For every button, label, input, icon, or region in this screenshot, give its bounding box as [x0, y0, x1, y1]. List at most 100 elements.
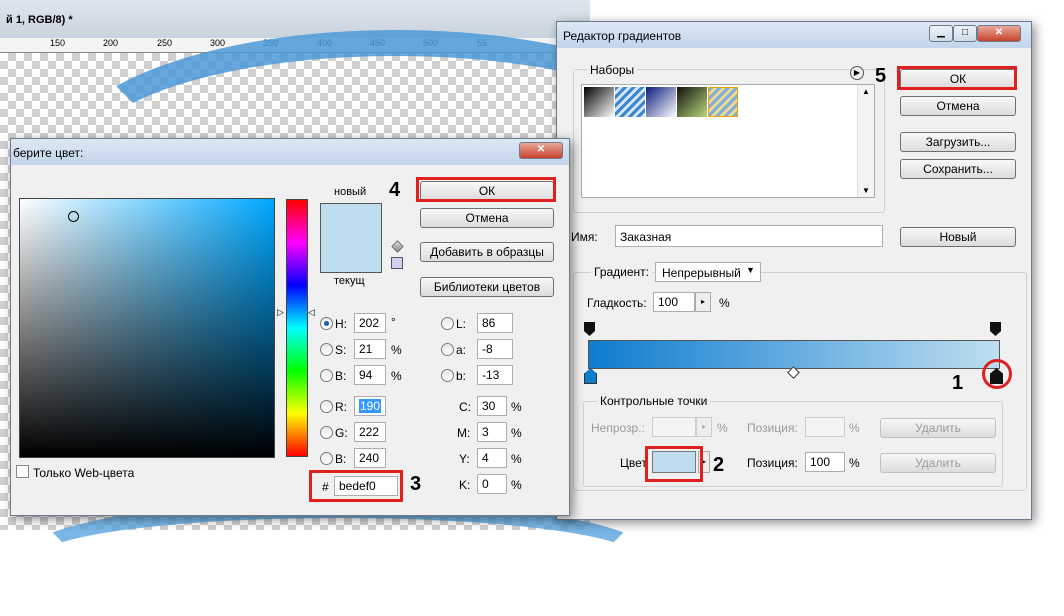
blue-field[interactable]: 240 — [354, 448, 386, 468]
opacity-position-label: Позиция: — [747, 421, 798, 435]
b-field[interactable]: 94 — [354, 365, 386, 385]
preset-swatch[interactable] — [677, 87, 707, 117]
a-label: a: — [456, 343, 467, 357]
current-color-swatch[interactable] — [321, 238, 381, 272]
preset-swatch-selected[interactable] — [708, 87, 738, 117]
web-safe-swatch-icon[interactable] — [391, 257, 403, 269]
name-field[interactable]: Заказная — [615, 225, 883, 247]
chevron-down-icon: ▼ — [746, 265, 755, 275]
hue-slider-left-arrow-icon[interactable]: ▷ — [277, 307, 284, 318]
hue-slider[interactable] — [286, 199, 308, 457]
color-position-label: Позиция: — [747, 456, 798, 470]
color-picker-title-bar: берите цвет: ✕ — [11, 139, 569, 165]
saturation-brightness-field[interactable] — [19, 198, 275, 458]
lab-b-radio[interactable] — [441, 369, 454, 382]
a-field[interactable]: -8 — [477, 339, 513, 359]
maximize-icon[interactable]: □ — [953, 25, 977, 42]
minimize-icon[interactable]: ▁ — [929, 25, 953, 42]
color-position-field[interactable]: 100 — [805, 452, 845, 472]
l-field[interactable]: 86 — [477, 313, 513, 333]
color-label: Цвет — [620, 456, 647, 470]
color-libraries-button[interactable]: Библиотеки цветов — [420, 277, 554, 297]
h-field[interactable]: 202 — [354, 313, 386, 333]
presets-menu-icon[interactable]: ▶ — [850, 66, 864, 80]
m-field[interactable]: 3 — [477, 422, 507, 442]
picker-cancel-button[interactable]: Отмена — [420, 208, 554, 228]
web-only-checkbox[interactable] — [16, 465, 29, 478]
s-field[interactable]: 21 — [354, 339, 386, 359]
highlight-ok — [897, 66, 1017, 90]
g-label: G: — [335, 426, 348, 440]
h-radio[interactable] — [320, 317, 333, 330]
gradient-type-value: Непрерывный — [662, 266, 741, 280]
highlight-color-stop — [982, 359, 1012, 389]
ruler-tick: 150 — [50, 38, 66, 48]
blue-radio[interactable] — [320, 452, 333, 465]
g-radio[interactable] — [320, 426, 333, 439]
r-radio[interactable] — [320, 400, 333, 413]
opacity-label: Непрозр.: — [591, 421, 645, 435]
highlight-picker-ok — [416, 177, 556, 202]
opacity-unit: % — [717, 421, 728, 435]
c-unit: % — [511, 400, 522, 414]
delete-color-stop-button: Удалить — [880, 453, 996, 473]
new-button[interactable]: Новый — [900, 227, 1016, 247]
a-radio[interactable] — [441, 343, 454, 356]
c-field[interactable]: 30 — [477, 396, 507, 416]
current-color-label: текущ — [334, 275, 365, 287]
document-title-bar: й 1, RGB/8) * — [0, 0, 590, 38]
smoothness-slider-icon[interactable]: ▸ — [695, 292, 711, 312]
hue-slider-right-arrow-icon[interactable]: ◁ — [308, 307, 315, 318]
color-picker-title: берите цвет: — [13, 146, 84, 160]
preset-swatch[interactable] — [646, 87, 676, 117]
scroll-up-icon[interactable]: ▲ — [862, 87, 870, 96]
gradient-type-label: Градиент: — [591, 265, 653, 279]
gradient-cancel-button[interactable]: Отмена — [900, 96, 1016, 116]
close-icon[interactable]: ✕ — [977, 25, 1021, 42]
k-field[interactable]: 0 — [477, 474, 507, 494]
annotation-1: 1 — [952, 372, 964, 394]
gradient-preview-bar[interactable] — [588, 340, 1000, 369]
l-radio[interactable] — [441, 317, 454, 330]
color-picker-dialog: берите цвет: ✕ ▷ ◁ Только Web-цвета новы… — [10, 138, 570, 516]
blue-label: B: — [335, 452, 347, 466]
color-picker-cursor[interactable] — [68, 211, 79, 222]
opacity-position-field — [805, 417, 845, 437]
document-title: й 1, RGB/8) * — [6, 14, 73, 26]
save-button[interactable]: Сохранить... — [900, 159, 1016, 179]
r-label: R: — [335, 400, 347, 414]
scroll-down-icon[interactable]: ▼ — [862, 186, 870, 195]
preset-swatch[interactable] — [615, 87, 645, 117]
y-field[interactable]: 4 — [477, 448, 507, 468]
opacity-position-unit: % — [849, 421, 860, 435]
close-icon[interactable]: ✕ — [519, 142, 563, 159]
g-field[interactable]: 222 — [354, 422, 386, 442]
ruler-tick: 300 — [210, 38, 226, 48]
presets-list[interactable]: ▲ ▼ — [581, 84, 875, 198]
out-of-gamut-cube-icon[interactable] — [391, 240, 404, 253]
m-unit: % — [511, 426, 522, 440]
annotation-5: 5 — [875, 65, 887, 87]
b-label: B: — [335, 369, 347, 383]
preset-swatch[interactable] — [584, 87, 614, 117]
lab-b-label: b: — [456, 369, 467, 383]
b-radio[interactable] — [320, 369, 333, 382]
m-label: M: — [457, 426, 471, 440]
opacity-slider-icon: ▸ — [696, 417, 712, 437]
load-button[interactable]: Загрузить... — [900, 132, 1016, 152]
y-label: Y: — [459, 452, 470, 466]
s-radio[interactable] — [320, 343, 333, 356]
presets-scrollbar[interactable]: ▲ ▼ — [857, 85, 874, 197]
opacity-field — [652, 417, 696, 437]
highlight-hex — [309, 470, 403, 502]
lab-b-field[interactable]: -13 — [477, 365, 513, 385]
r-field[interactable]: 190 — [354, 396, 386, 416]
smoothness-label: Гладкость: — [587, 296, 647, 310]
web-only-label: Только Web-цвета — [33, 466, 135, 480]
add-to-swatches-button[interactable]: Добавить в образцы — [420, 242, 554, 262]
s-unit: % — [391, 343, 402, 357]
gradient-type-select[interactable]: Непрерывный ▼ — [655, 262, 761, 282]
smoothness-field[interactable]: 100 — [653, 292, 695, 312]
l-label: L: — [456, 317, 467, 331]
stops-group-label: Контрольные точки — [597, 394, 711, 408]
